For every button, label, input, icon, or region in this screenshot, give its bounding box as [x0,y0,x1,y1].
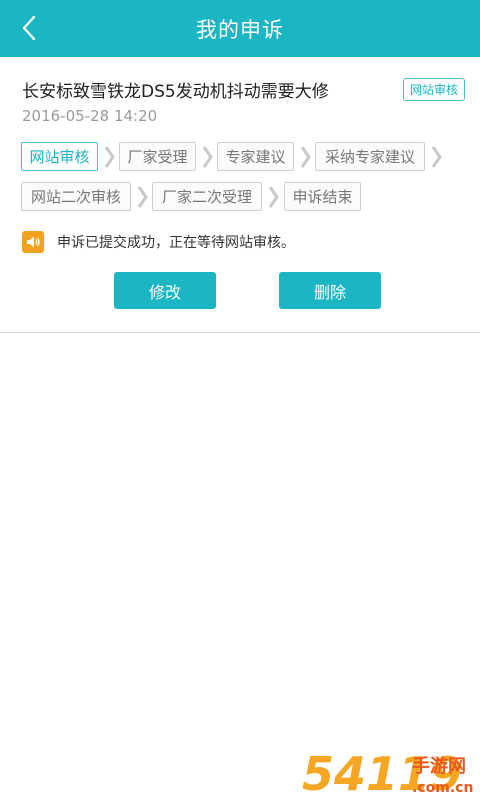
watermark-logo: 54119 手游网 .com.cn [302,747,473,800]
status-badge: 网站审核 [403,78,465,101]
app-header: 我的申诉 [0,0,480,57]
chevron-left-icon [22,15,36,41]
delete-button[interactable]: 删除 [279,272,381,309]
chevron-right-icon [297,142,313,171]
status-notice: 申诉已提交成功，正在等待网站审核。 [22,230,295,254]
speaker-icon [22,231,44,253]
step-expert-advice: 专家建议 [217,142,294,171]
back-button[interactable] [14,12,44,44]
chevron-right-icon [101,142,117,171]
step-manufacturer-second-accept: 厂家二次受理 [152,182,262,211]
watermark-site-text: 手游网 [412,755,466,777]
step-adopt-expert-advice: 采纳专家建议 [315,142,425,171]
complaint-card: 长安标致雪铁龙DS5发动机抖动需要大修 网站审核 2016-05-28 14:2… [0,57,480,333]
chevron-right-icon [265,182,281,211]
watermark-domain-text: .com.cn [412,780,473,796]
step-manufacturer-accept: 厂家受理 [119,142,196,171]
complaint-title: 长安标致雪铁龙DS5发动机抖动需要大修 [22,82,329,102]
chevron-right-icon [428,142,444,171]
step-website-review: 网站审核 [21,142,98,171]
step-complaint-end: 申诉结束 [284,182,361,211]
step-website-second-review: 网站二次审核 [21,182,131,211]
page-title: 我的申诉 [196,17,284,42]
complaint-date: 2016-05-28 14:20 [22,107,158,125]
chevron-right-icon [199,142,215,171]
notice-text: 申诉已提交成功，正在等待网站审核。 [57,235,295,251]
edit-button[interactable]: 修改 [114,272,216,309]
chevron-right-icon [134,182,150,211]
